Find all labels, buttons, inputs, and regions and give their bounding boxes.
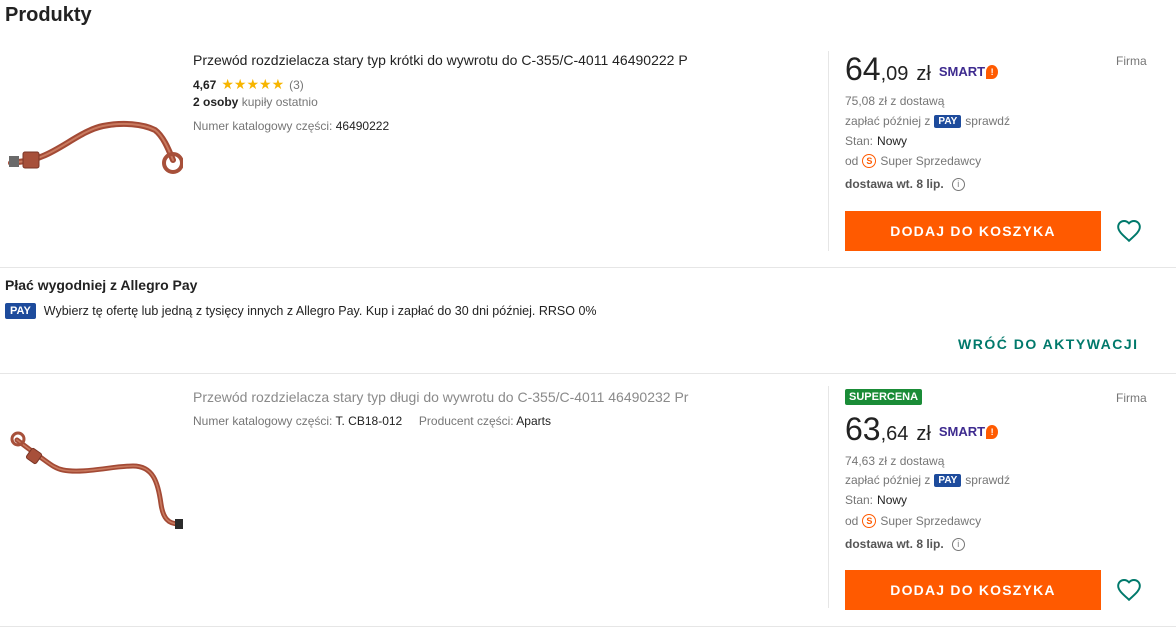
pay-check-link[interactable]: sprawdź bbox=[965, 114, 1010, 128]
catalog-label: Numer katalogowy części: bbox=[193, 119, 333, 133]
smart-icon: SMART ! bbox=[938, 424, 999, 439]
pay-later-row: zapłać później z PAY sprawdź bbox=[845, 114, 1010, 128]
allegro-pay-icon: PAY bbox=[5, 303, 36, 319]
catalog-number: Numer katalogowy części: 46490222 bbox=[193, 119, 389, 133]
price-currency: zł bbox=[916, 63, 931, 85]
catalog-value: 46490222 bbox=[335, 119, 390, 133]
price-currency: zł bbox=[916, 423, 931, 445]
delivery-row: dostawa wt. 8 lip. i bbox=[845, 177, 965, 191]
catalog-label: Numer katalogowy części: bbox=[193, 414, 333, 428]
price-with-delivery: 75,08 zł z dostawą bbox=[845, 94, 945, 108]
price: 64 ,09 zł SMART ! bbox=[845, 51, 999, 88]
info-icon[interactable]: i bbox=[951, 537, 965, 551]
seller-row: od S Super Sprzedawcy bbox=[845, 154, 981, 168]
seller-row: od S Super Sprzedawcy bbox=[845, 514, 981, 528]
condition-row: Stan: Nowy bbox=[845, 134, 907, 148]
catalog-number: Numer katalogowy części: T. CB18-012 Pro… bbox=[193, 414, 551, 428]
seller-prefix: od bbox=[845, 154, 859, 168]
divider bbox=[828, 386, 829, 608]
allegro-pay-title: Płać wygodniej z Allegro Pay bbox=[5, 277, 198, 293]
smart-label: SMART bbox=[938, 424, 986, 439]
producer-value: Aparts bbox=[516, 414, 551, 428]
supercena-badge: SUPERCENA bbox=[845, 389, 923, 405]
heart-icon[interactable] bbox=[1116, 577, 1142, 603]
rating-value: 4,67 bbox=[193, 77, 217, 92]
heart-icon[interactable] bbox=[1116, 218, 1142, 244]
condition-value: Nowy bbox=[877, 134, 908, 148]
allegro-pay-icon: PAY bbox=[934, 114, 962, 128]
divider bbox=[828, 51, 829, 251]
price-integer: 64 bbox=[845, 51, 881, 87]
seller-type: Firma bbox=[1116, 391, 1147, 405]
delivery-date: dostawa wt. 8 lip. bbox=[845, 537, 944, 551]
seller-name[interactable]: Super Sprzedawcy bbox=[880, 514, 981, 528]
price-with-delivery: 74,63 zł z dostawą bbox=[845, 454, 945, 468]
super-seller-icon: S bbox=[862, 514, 877, 528]
rating: 4,67 ★★★★★ (3) bbox=[193, 76, 304, 93]
rating-count[interactable]: (3) bbox=[289, 78, 304, 92]
bolt-icon: ! bbox=[986, 64, 999, 79]
star-icon: ★★★★★ bbox=[221, 76, 285, 92]
seller-name[interactable]: Super Sprzedawcy bbox=[880, 154, 981, 168]
allegro-pay-icon: PAY bbox=[934, 473, 962, 487]
delivery-row: dostawa wt. 8 lip. i bbox=[845, 537, 965, 551]
product-image-2[interactable] bbox=[3, 396, 183, 566]
condition-label: Stan: bbox=[845, 493, 874, 507]
product-card-1: Przewód rozdzielacza stary typ krótki do… bbox=[0, 36, 1176, 268]
pay-later-row: zapłać później z PAY sprawdź bbox=[845, 473, 1010, 487]
allegro-pay-box: Płać wygodniej z Allegro Pay PAY Wybierz… bbox=[0, 268, 1176, 374]
pay-later-label: zapłać później z bbox=[845, 114, 931, 128]
section-title: Produkty bbox=[5, 4, 92, 26]
buyers-label: kupiły ostatnio bbox=[241, 95, 318, 109]
add-to-cart-button[interactable]: DODAJ DO KOSZYKA bbox=[845, 211, 1101, 251]
product-title[interactable]: Przewód rozdzielacza stary typ krótki do… bbox=[193, 52, 688, 68]
price-decimal: ,64 bbox=[880, 423, 909, 445]
price-integer: 63 bbox=[845, 411, 881, 447]
add-to-cart-button[interactable]: DODAJ DO KOSZYKA bbox=[845, 570, 1101, 610]
smart-label: SMART bbox=[938, 64, 986, 79]
smart-icon: SMART ! bbox=[938, 64, 999, 79]
bolt-icon: ! bbox=[986, 424, 999, 439]
delivery-date: dostawa wt. 8 lip. bbox=[845, 177, 944, 191]
product-title[interactable]: Przewód rozdzielacza stary typ długi do … bbox=[193, 389, 688, 405]
back-to-activation-link[interactable]: WRÓĆ DO AKTYWACJI bbox=[958, 336, 1139, 352]
product-card-2: Przewód rozdzielacza stary typ długi do … bbox=[0, 374, 1176, 627]
product-image-1[interactable] bbox=[3, 56, 183, 226]
allegro-pay-text: Wybierz tę ofertę lub jedną z tysięcy in… bbox=[43, 304, 597, 318]
catalog-value: T. CB18-012 bbox=[335, 414, 403, 428]
condition-label: Stan: bbox=[845, 134, 874, 148]
recent-buyers: 2 osoby kupiły ostatnio bbox=[193, 95, 318, 109]
condition-row: Stan: Nowy bbox=[845, 493, 907, 507]
seller-type: Firma bbox=[1116, 54, 1147, 68]
seller-prefix: od bbox=[845, 514, 859, 528]
super-seller-icon: S bbox=[862, 154, 877, 168]
price-decimal: ,09 bbox=[880, 63, 909, 85]
info-icon[interactable]: i bbox=[951, 177, 965, 191]
pay-check-link[interactable]: sprawdź bbox=[965, 473, 1010, 487]
buyers-count: 2 osoby bbox=[193, 95, 239, 109]
pay-later-label: zapłać później z bbox=[845, 473, 931, 487]
price: 63 ,64 zł SMART ! bbox=[845, 411, 999, 448]
condition-value: Nowy bbox=[877, 493, 908, 507]
producer-label: Producent części: bbox=[418, 414, 514, 428]
allegro-pay-description: PAY Wybierz tę ofertę lub jedną z tysięc… bbox=[5, 303, 597, 319]
